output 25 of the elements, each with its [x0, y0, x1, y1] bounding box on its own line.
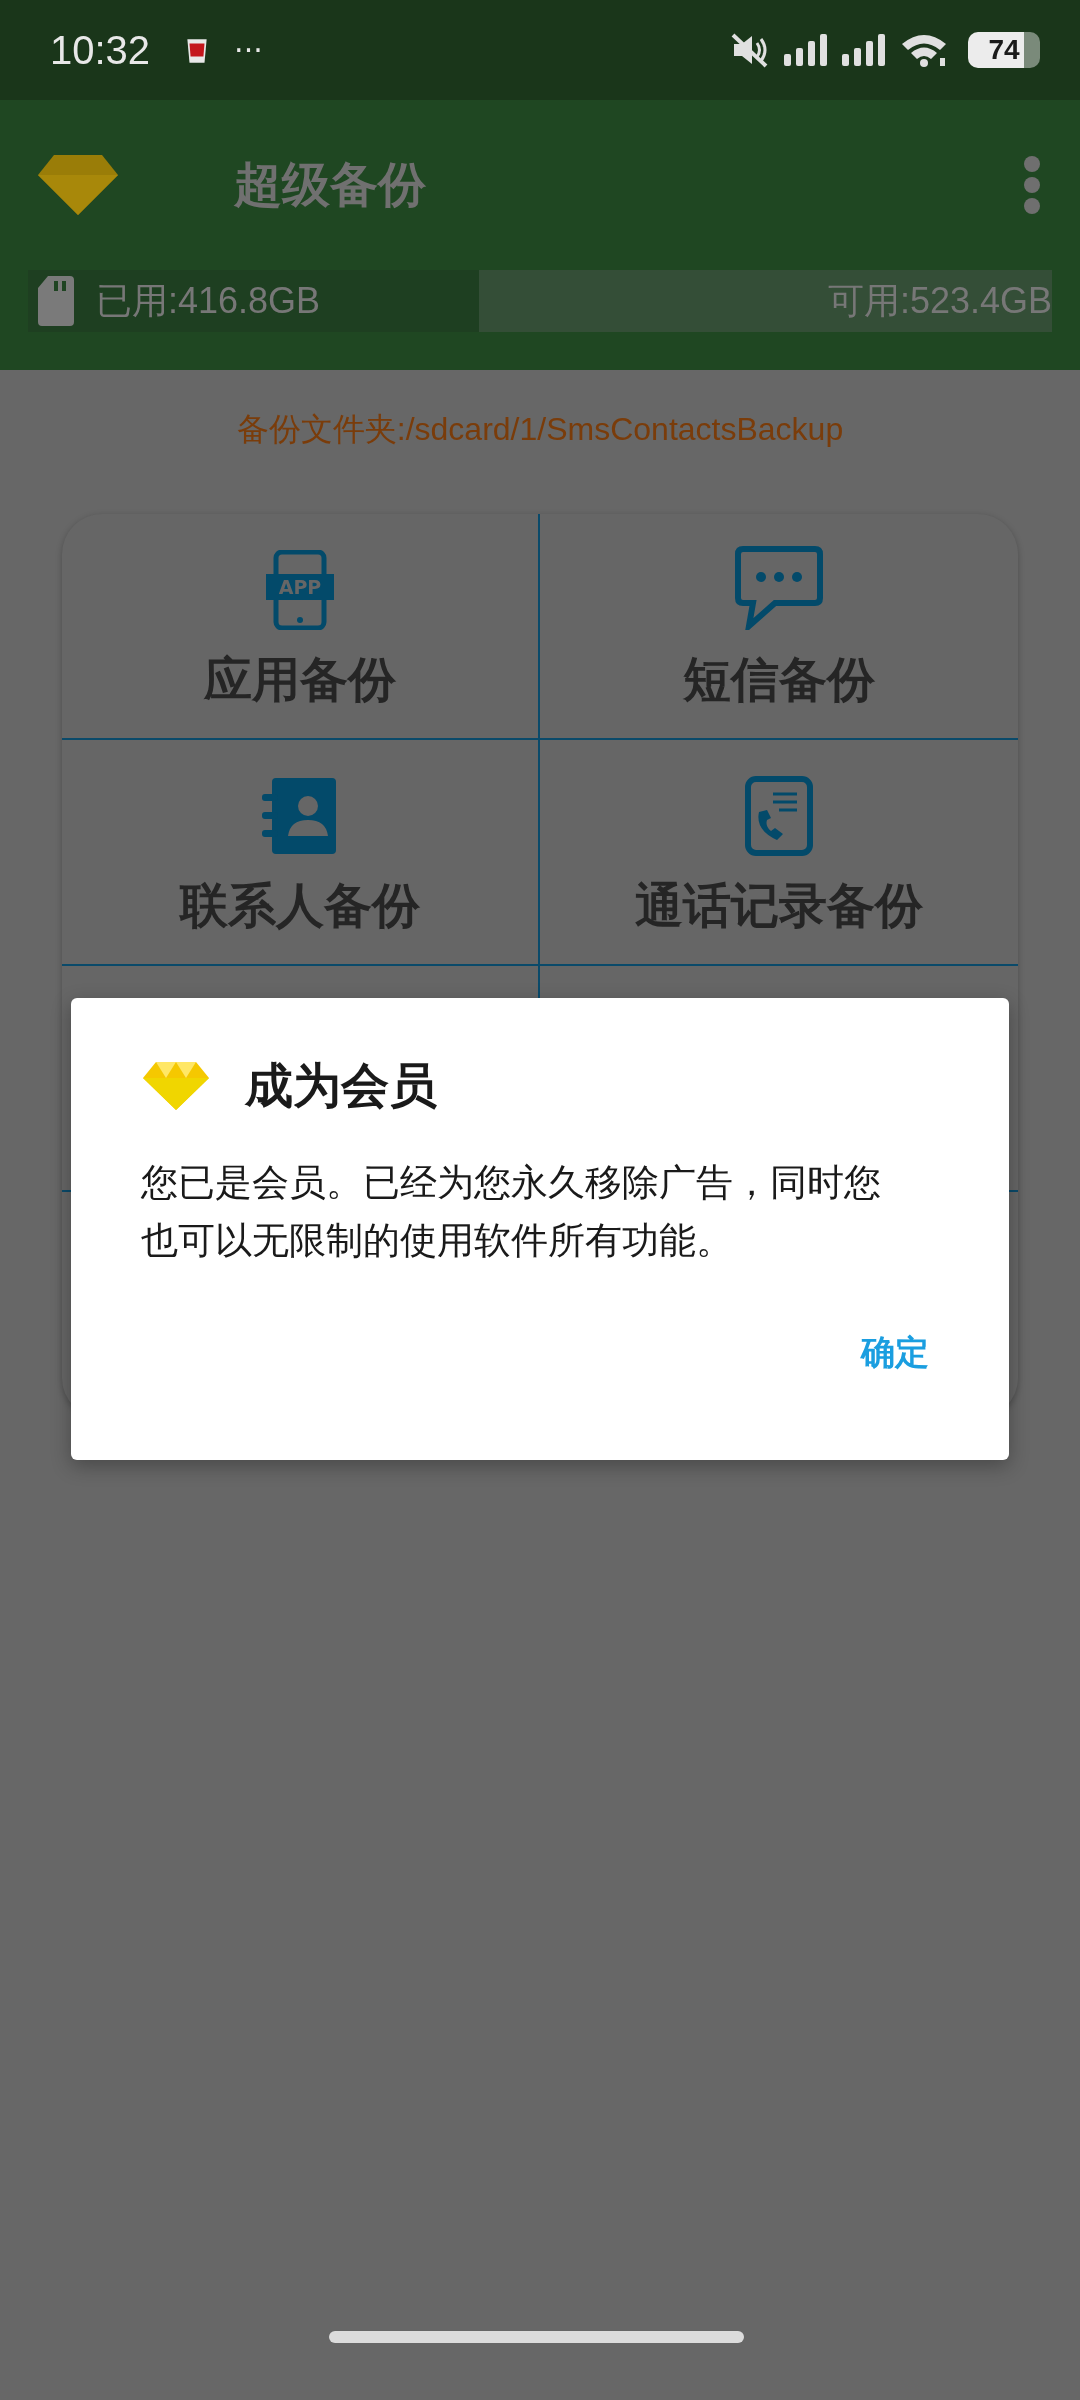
- menu-tile[interactable]: APP 应用备份: [62, 514, 540, 740]
- dialog-title: 成为会员: [245, 1056, 437, 1115]
- used-space: 已用:416.8GB: [96, 278, 321, 323]
- chat-bubble-icon: [735, 546, 823, 630]
- dialog-message: 您已是会员。已经为您永久移除广告，同时您也可以无限制的使用软件所有功能。: [141, 1160, 882, 1264]
- battery-icon: 74: [968, 32, 1040, 68]
- call-log-icon: [745, 776, 813, 856]
- menu-tile[interactable]: 通话记录备份: [540, 740, 1018, 966]
- menu-tile[interactable]: 短信备份: [540, 514, 1018, 740]
- app-title: 超级备份: [234, 155, 426, 214]
- mute-icon: [730, 32, 770, 68]
- backup-folder-path: 备份文件夹:/sdcard/1/SmsContactsBackup: [236, 410, 844, 449]
- signal-icon: [784, 34, 828, 66]
- sd-card-icon: [38, 276, 74, 326]
- menu-icon[interactable]: [1022, 155, 1042, 215]
- wifi-icon: [900, 32, 948, 68]
- address-book-icon: [262, 776, 338, 856]
- signal-icon: [842, 34, 886, 66]
- confirm-button[interactable]: 确定: [861, 1326, 929, 1380]
- free-space: 可用:523.4GB: [827, 278, 1052, 323]
- clock: 10:32: [50, 27, 151, 73]
- menu-tile[interactable]: 联系人备份: [62, 740, 540, 966]
- diamond-icon: [36, 153, 120, 217]
- more-notifications: ···: [234, 32, 263, 68]
- diamond-icon: [141, 1060, 211, 1112]
